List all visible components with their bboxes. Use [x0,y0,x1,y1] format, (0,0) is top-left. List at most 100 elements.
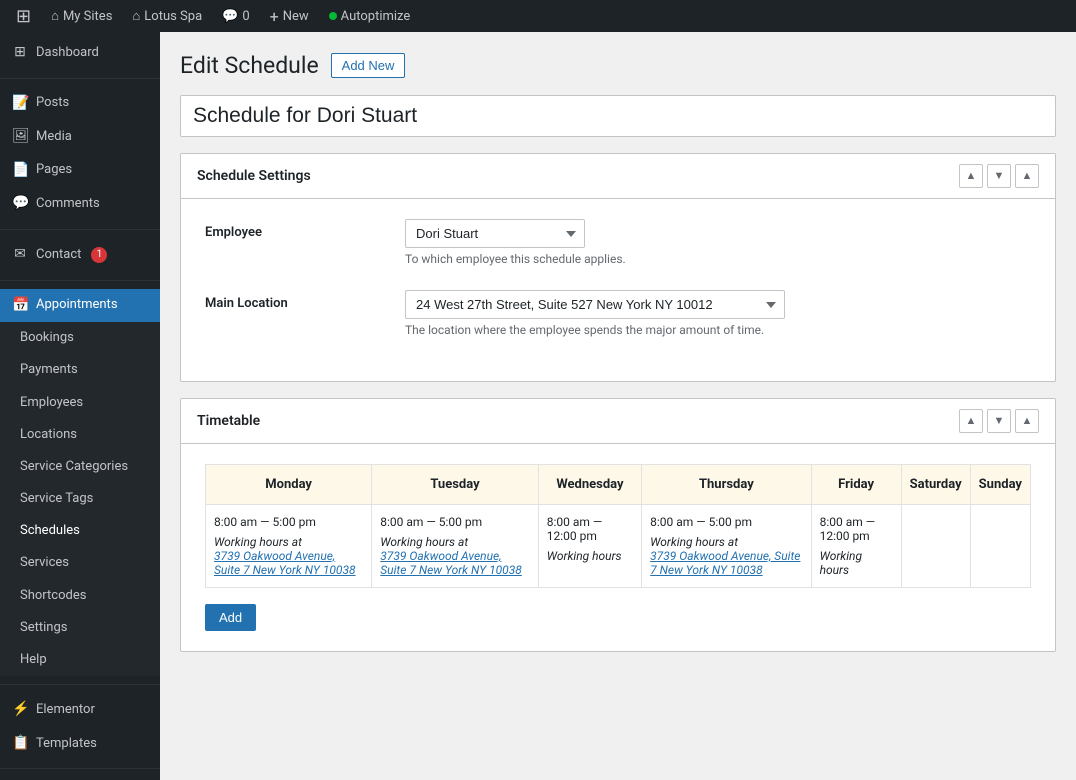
timetable-body: Monday Tuesday Wednesday Thursday Friday… [181,444,1055,651]
sidebar-item-help[interactable]: Help [0,644,160,676]
comments-button[interactable]: 💬 0 [214,0,258,32]
timetable-collapse-up-button[interactable]: ▲ [959,409,983,433]
saturday-cell[interactable] [901,505,970,588]
friday-cell[interactable]: 8:00 am — 12:00 pm Working hours [811,505,901,588]
contact-badge: 1 [91,247,107,263]
page-header: Edit Schedule Add New [180,52,1056,79]
monday-time: 8:00 am — 5:00 pm [214,515,363,529]
sidebar-item-comments[interactable]: 💬 Comments [0,187,160,221]
tuesday-time: 8:00 am — 5:00 pm [380,515,530,529]
thursday-header: Thursday [642,465,811,505]
employee-label: Employee [205,219,405,240]
new-label: New [283,9,309,24]
sidebar-item-posts[interactable]: 📝 Posts [0,87,160,121]
tuesday-cell[interactable]: 8:00 am — 5:00 pm Working hours at 3739 … [372,505,539,588]
appointments-label: Appointments [36,296,118,314]
page-title: Edit Schedule [180,52,319,79]
autoptimize-button[interactable]: Autoptimize [321,0,419,32]
posts-label: Posts [36,94,69,112]
sidebar-item-dashboard[interactable]: ⊞ Dashboard [0,36,160,70]
dashboard-label: Dashboard [36,44,99,62]
sidebar-item-media[interactable]: 🖼 Media [0,120,160,154]
wp-logo-button[interactable]: ⊞ [8,0,39,32]
main-location-row: Main Location 24 West 27th Street, Suite… [205,290,1031,337]
site-name-button[interactable]: ⌂ Lotus Spa [124,0,210,32]
schedule-name-input[interactable] [180,95,1056,137]
employee-row: Employee Dori Stuart Jane Smith Bob John… [205,219,1031,266]
home-icon: ⌂ [132,8,140,24]
comments-sidebar-icon: 💬 [12,194,28,214]
friday-label: Working hours [820,549,893,577]
shortcodes-label: Shortcodes [20,587,86,605]
my-sites-button[interactable]: ⌂ My Sites [43,0,120,32]
thursday-cell[interactable]: 8:00 am — 5:00 pm Working hours at 3739 … [642,505,811,588]
help-label: Help [20,651,47,669]
monday-header: Monday [206,465,372,505]
sidebar-item-contact[interactable]: ✉ Contact 1 [0,238,160,272]
sidebar-item-employees[interactable]: Employees [0,387,160,419]
templates-label: Templates [36,735,97,753]
main-location-label: Main Location [205,290,405,311]
card-controls: ▲ ▼ ▲ [959,164,1039,188]
sidebar: ⊞ Dashboard 📝 Posts 🖼 Media 📄 Pages 💬 Co… [0,32,160,780]
toggle-button[interactable]: ▲ [1015,164,1039,188]
contact-label: Contact [36,246,81,264]
admin-bar: ⊞ ⌂ My Sites ⌂ Lotus Spa 💬 0 + New Autop… [0,0,1076,32]
tuesday-location-link[interactable]: 3739 Oakwood Avenue, Suite 7 New York NY… [380,549,522,577]
schedule-settings-title: Schedule Settings [197,168,311,184]
autoptimize-label: Autoptimize [341,9,411,24]
sidebar-item-templates[interactable]: 📋 Templates [0,727,160,761]
sidebar-item-service-categories[interactable]: Service Categories [0,451,160,483]
new-content-button[interactable]: + New [262,0,317,32]
sidebar-item-payments[interactable]: Payments [0,354,160,386]
sidebar-item-appointments[interactable]: 📅 Appointments [0,289,160,323]
wp-icon: ⊞ [16,6,31,27]
main-location-control: 24 West 27th Street, Suite 527 New York … [405,290,1031,337]
service-tags-label: Service Tags [20,490,93,508]
monday-cell[interactable]: 8:00 am — 5:00 pm Working hours at 3739 … [206,505,372,588]
wednesday-cell[interactable]: 8:00 am — 12:00 pm Working hours [538,505,641,588]
sidebar-item-pages[interactable]: 📄 Pages [0,154,160,188]
sunday-cell[interactable] [970,505,1030,588]
thursday-time: 8:00 am — 5:00 pm [650,515,802,529]
sidebar-item-service-tags[interactable]: Service Tags [0,483,160,515]
collapse-down-button[interactable]: ▼ [987,164,1011,188]
tuesday-label: Working hours at 3739 Oakwood Avenue, Su… [380,535,530,577]
friday-header: Friday [811,465,901,505]
timetable-toggle-button[interactable]: ▲ [1015,409,1039,433]
media-label: Media [36,128,72,146]
timetable-card: Timetable ▲ ▼ ▲ Monday Tuesday Wednesday… [180,398,1056,652]
sidebar-item-elementor[interactable]: ⚡ Elementor [0,693,160,727]
monday-location-link[interactable]: 3739 Oakwood Avenue, Suite 7 New York NY… [214,549,356,577]
add-button[interactable]: Add [205,604,256,631]
timetable-header: Timetable ▲ ▼ ▲ [181,399,1055,444]
timetable-collapse-down-button[interactable]: ▼ [987,409,1011,433]
collapse-up-button[interactable]: ▲ [959,164,983,188]
plus-icon: + [270,7,279,26]
employee-control: Dori Stuart Jane Smith Bob Johnson To wh… [405,219,1031,266]
locations-label: Locations [20,426,77,444]
sidebar-item-locations[interactable]: Locations [0,419,160,451]
main-location-select[interactable]: 24 West 27th Street, Suite 527 New York … [405,290,785,319]
templates-icon: 📋 [12,734,28,754]
sidebar-item-shortcodes[interactable]: Shortcodes [0,580,160,612]
autoptimize-status-dot [329,12,337,20]
timetable-card-controls: ▲ ▼ ▲ [959,409,1039,433]
sidebar-item-bookings[interactable]: Bookings [0,322,160,354]
pages-label: Pages [36,161,72,179]
employee-hint: To which employee this schedule applies. [405,252,1031,266]
sidebar-item-services[interactable]: Services [0,547,160,579]
payments-label: Payments [20,361,78,379]
sidebar-item-schedules[interactable]: Schedules [0,515,160,547]
pages-icon: 📄 [12,161,28,181]
saturday-header: Saturday [901,465,970,505]
employee-select[interactable]: Dori Stuart Jane Smith Bob Johnson [405,219,585,248]
add-new-button[interactable]: Add New [331,53,406,78]
schedule-settings-card: Schedule Settings ▲ ▼ ▲ Employee Dori St… [180,153,1056,382]
posts-icon: 📝 [12,94,28,114]
tuesday-header: Tuesday [372,465,539,505]
thursday-location-link[interactable]: 3739 Oakwood Avenue, Suite 7 New York NY… [650,549,800,577]
sidebar-item-settings[interactable]: Settings [0,612,160,644]
appointments-icon: 📅 [12,296,28,316]
main-location-hint: The location where the employee spends t… [405,323,1031,337]
